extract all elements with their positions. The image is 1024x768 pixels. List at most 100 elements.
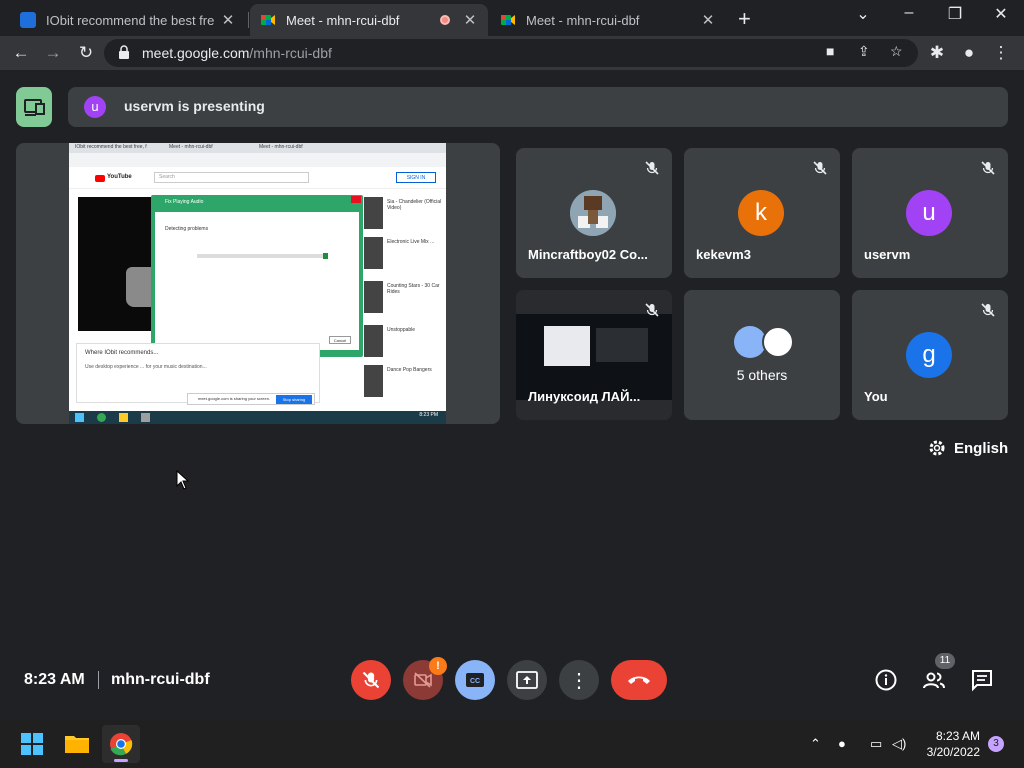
- caption-language-label: English: [954, 439, 1009, 457]
- participant-avatar: [570, 190, 616, 236]
- reload-icon[interactable]: ↻: [75, 42, 97, 64]
- shared-tab-label: IObit recommend the best free, f: [75, 144, 147, 150]
- participant-name: uservm: [864, 247, 911, 262]
- presentation-toggle-button[interactable]: [16, 87, 52, 127]
- leave-call-button[interactable]: [611, 660, 667, 700]
- others-avatar: [762, 326, 794, 358]
- dialog-progress-bar: [197, 253, 328, 259]
- notification-badge[interactable]: 3: [988, 736, 1004, 752]
- menu-icon[interactable]: ⋮: [990, 42, 1012, 64]
- mic-off-icon: [981, 161, 995, 175]
- file-explorer-button[interactable]: [58, 725, 96, 763]
- tab-separator: [248, 12, 249, 28]
- tab-search-chevron-icon[interactable]: ⌄: [848, 4, 878, 24]
- side-video-title: Sia - Chandelier (Official Video): [387, 199, 442, 211]
- tab-meet-2[interactable]: Meet - mhn-rcui-dbf ✕: [490, 4, 726, 36]
- participant-count-badge: 11: [935, 653, 955, 669]
- shared-tab-label: Meet - mhn-rcui-dbf: [259, 144, 303, 150]
- meeting-code: mhn-rcui-dbf: [111, 671, 210, 688]
- presenter-avatar: u: [84, 96, 106, 118]
- restore-icon[interactable]: ❐: [940, 4, 970, 24]
- more-options-button[interactable]: ⋮: [559, 660, 599, 700]
- microphone-tray-icon[interactable]: ●: [838, 736, 846, 751]
- volume-icon[interactable]: ◁): [892, 736, 906, 752]
- participant-tile[interactable]: k kekevm3: [684, 148, 840, 278]
- people-icon[interactable]: [922, 668, 946, 692]
- iobit-favicon-icon: [20, 12, 36, 28]
- self-tile[interactable]: g You: [852, 290, 1008, 420]
- participant-tile[interactable]: Mincraftboy02 Co...: [516, 148, 672, 278]
- others-tile[interactable]: 5 others: [684, 290, 840, 420]
- present-screen-button[interactable]: [507, 660, 547, 700]
- meeting-time: 8:23 AM: [24, 671, 85, 688]
- network-icon[interactable]: ▭: [870, 736, 882, 752]
- tab-iobit[interactable]: IObit recommend the best free, f ✕: [10, 4, 246, 36]
- url-text: meet.google.com/mhn-rcui-dbf: [142, 45, 332, 61]
- extensions-icon[interactable]: ✱: [926, 42, 948, 64]
- mouse-cursor-icon: [176, 470, 190, 490]
- side-video-thumb: [364, 325, 383, 357]
- participant-avatar: g: [906, 332, 952, 378]
- share-icon[interactable]: ⇪: [858, 43, 870, 60]
- screen-share-notice: meet.google.com is sharing your screen. …: [187, 393, 315, 405]
- browser-toolbar: ← → ↻ meet.google.com/mhn-rcui-dbf ■ ⇪ ☆…: [0, 36, 1024, 70]
- start-button[interactable]: [13, 725, 51, 763]
- gear-icon: [929, 440, 945, 456]
- recommend-title: Where IObit recommends...: [85, 350, 159, 356]
- taskbar-clock[interactable]: 8:23 AM 3/20/2022: [927, 728, 980, 760]
- mic-off-icon: [813, 161, 827, 175]
- side-video-thumb: [364, 237, 383, 269]
- dialog-message: Detecting problems: [165, 226, 209, 232]
- mic-off-icon: [645, 303, 659, 317]
- captions-button[interactable]: CC: [455, 660, 495, 700]
- meeting-details-info-icon[interactable]: [874, 668, 898, 692]
- windows-logo-icon: [21, 733, 43, 755]
- taskbar-date: 3/20/2022: [926, 745, 980, 759]
- tab-meet-active[interactable]: Meet - mhn-rcui-dbf ✕: [250, 4, 488, 36]
- more-vert-icon: ⋮: [569, 669, 589, 692]
- mic-off-icon: [645, 161, 659, 175]
- others-count-text: 5 others: [736, 367, 788, 383]
- tab-title: Meet - mhn-rcui-dbf: [286, 12, 400, 28]
- camera-icon[interactable]: ■: [826, 43, 834, 59]
- minimize-icon[interactable]: –: [894, 4, 924, 22]
- participant-avatar: k: [738, 190, 784, 236]
- taskbar-time: 8:23 AM: [935, 729, 980, 743]
- shared-screen-tile[interactable]: IObit recommend the best free, f Meet - …: [16, 143, 500, 424]
- close-window-icon[interactable]: ✕: [986, 4, 1016, 24]
- tab-close-icon[interactable]: ✕: [700, 11, 716, 29]
- shared-tab-label: Meet - mhn-rcui-dbf: [169, 144, 213, 150]
- youtube-label: YouTube: [107, 174, 132, 180]
- chat-icon[interactable]: [970, 668, 994, 692]
- recording-indicator-icon: [440, 15, 450, 25]
- tab-strip: IObit recommend the best free, f ✕ Meet …: [0, 0, 1024, 36]
- mic-toggle-button[interactable]: [351, 660, 391, 700]
- recommend-text: Use desktop experience ... for your musi…: [85, 364, 207, 370]
- shared-browser-toolbar: [69, 153, 446, 167]
- youtube-search-box: Search: [154, 172, 309, 183]
- profile-icon[interactable]: ●: [958, 42, 980, 64]
- fix-audio-dialog: Fix Playing Audio Detecting problems Can…: [151, 195, 363, 357]
- side-video-title: Unstoppable: [387, 327, 416, 333]
- side-video-title: Counting Stars - 30 Car Rides: [387, 283, 440, 295]
- present-screen-icon: [516, 671, 538, 689]
- side-video-title: Electronic Live Mix ...: [387, 239, 435, 245]
- address-bar[interactable]: meet.google.com/mhn-rcui-dbf ■ ⇪ ☆: [104, 39, 918, 67]
- tab-close-icon[interactable]: ✕: [220, 11, 236, 29]
- participant-tile[interactable]: u uservm: [852, 148, 1008, 278]
- forward-icon[interactable]: →: [42, 42, 64, 64]
- tab-close-icon[interactable]: ✕: [462, 11, 478, 29]
- youtube-signin-button: SIGN IN: [396, 172, 436, 183]
- active-app-indicator: [114, 759, 128, 762]
- new-tab-icon[interactable]: +: [738, 6, 751, 32]
- participant-tile[interactable]: Линуксоид ЛАЙ...: [516, 290, 672, 420]
- caption-language-button[interactable]: English: [928, 439, 1008, 457]
- meet-favicon-icon: [500, 12, 516, 28]
- bookmark-star-icon[interactable]: ☆: [890, 43, 903, 60]
- tray-overflow-icon[interactable]: ⌃: [810, 736, 821, 752]
- back-icon[interactable]: ←: [10, 42, 32, 64]
- chrome-taskbar-button[interactable]: [102, 725, 140, 763]
- side-video-thumb: [364, 281, 383, 313]
- camera-alert-badge: !: [429, 657, 447, 675]
- mic-off-icon: [981, 303, 995, 317]
